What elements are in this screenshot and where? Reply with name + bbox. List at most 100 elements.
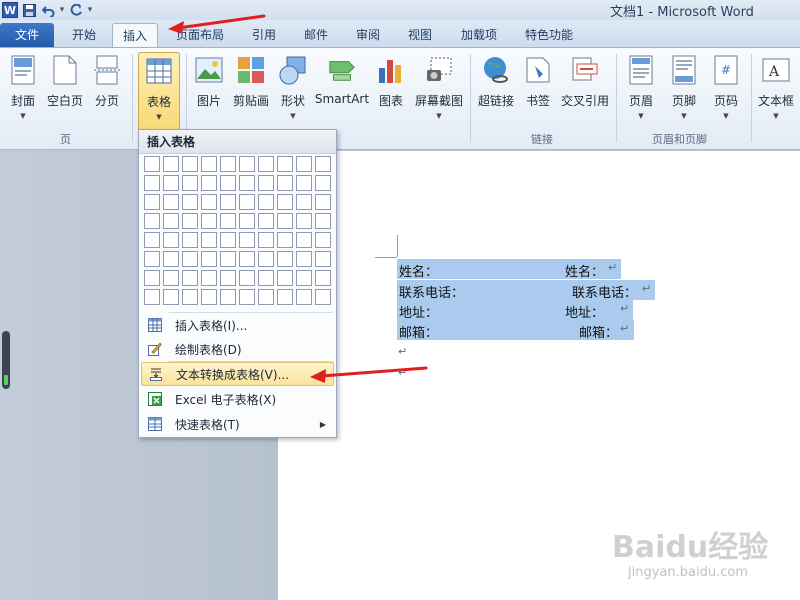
table-grid-cell[interactable]: [182, 270, 198, 286]
table-grid-cell[interactable]: [277, 289, 293, 305]
table-grid-cell[interactable]: [258, 175, 274, 191]
tab-review[interactable]: 审阅: [348, 23, 388, 47]
table-grid-cell[interactable]: [277, 175, 293, 191]
selected-text-line[interactable]: 姓名： 姓名： ↵: [397, 259, 621, 280]
table-grid-cell[interactable]: [239, 175, 255, 191]
table-grid-cell[interactable]: [220, 175, 236, 191]
text-box-button[interactable]: A 文本框 ▼: [756, 52, 796, 122]
table-grid-cell[interactable]: [277, 251, 293, 267]
screenshot-button[interactable]: 屏幕截图 ▼: [412, 52, 466, 122]
table-grid-cell[interactable]: [315, 232, 331, 248]
table-grid-cell[interactable]: [239, 156, 255, 172]
table-grid-cell[interactable]: [144, 232, 160, 248]
dropdown-icon[interactable]: ▾: [59, 4, 65, 16]
tab-addins[interactable]: 加载项: [452, 23, 506, 47]
tab-view[interactable]: 视图: [400, 23, 440, 47]
menu-item-insert-table[interactable]: 插入表格(I)...: [141, 313, 334, 337]
table-grid-cell[interactable]: [144, 194, 160, 210]
table-grid-cell[interactable]: [201, 232, 217, 248]
table-grid-cell[interactable]: [201, 270, 217, 286]
table-grid-cell[interactable]: [163, 175, 179, 191]
tab-mailings[interactable]: 邮件: [296, 23, 336, 47]
table-grid-cell[interactable]: [144, 270, 160, 286]
table-grid-cell[interactable]: [258, 289, 274, 305]
table-grid-cell[interactable]: [220, 213, 236, 229]
smartart-button[interactable]: SmartArt: [314, 52, 370, 122]
table-grid-cell[interactable]: [296, 289, 312, 305]
table-grid-cell[interactable]: [220, 289, 236, 305]
table-grid-cell[interactable]: [163, 251, 179, 267]
table-grid-cell[interactable]: [315, 156, 331, 172]
table-grid-cell[interactable]: [315, 270, 331, 286]
table-grid-cell[interactable]: [144, 156, 160, 172]
menu-item-convert-text-to-table[interactable]: 文本转换成表格(V)...: [141, 362, 334, 386]
table-grid-cell[interactable]: [258, 156, 274, 172]
table-grid-cell[interactable]: [239, 213, 255, 229]
save-icon[interactable]: [21, 2, 37, 18]
table-grid-cell[interactable]: [220, 194, 236, 210]
blank-page-button[interactable]: 空白页: [44, 52, 86, 122]
table-grid-cell[interactable]: [277, 156, 293, 172]
cross-reference-button[interactable]: 交叉引用: [558, 52, 612, 122]
table-grid-cell[interactable]: [239, 270, 255, 286]
table-grid-cell[interactable]: [163, 213, 179, 229]
tab-references[interactable]: 引用: [244, 23, 284, 47]
chart-button[interactable]: 图表: [374, 52, 408, 122]
table-grid-cell[interactable]: [144, 175, 160, 191]
table-grid-cell[interactable]: [182, 156, 198, 172]
tab-home[interactable]: 开始: [60, 23, 108, 47]
table-grid-cell[interactable]: [258, 194, 274, 210]
table-grid-cell[interactable]: [239, 251, 255, 267]
table-grid-cell[interactable]: [258, 270, 274, 286]
table-grid-cell[interactable]: [296, 213, 312, 229]
table-grid-cell[interactable]: [163, 232, 179, 248]
table-grid-cell[interactable]: [144, 213, 160, 229]
table-grid-cell[interactable]: [296, 232, 312, 248]
table-grid-cell[interactable]: [277, 213, 293, 229]
table-grid-cell[interactable]: [163, 194, 179, 210]
tab-special-features[interactable]: 特色功能: [518, 23, 580, 47]
table-grid-cell[interactable]: [296, 194, 312, 210]
table-grid-cell[interactable]: [182, 232, 198, 248]
table-grid-cell[interactable]: [315, 213, 331, 229]
bookmark-button[interactable]: 书签: [522, 52, 554, 122]
table-grid-cell[interactable]: [182, 175, 198, 191]
table-grid-cell[interactable]: [277, 194, 293, 210]
table-grid-cell[interactable]: [182, 289, 198, 305]
table-grid-cell[interactable]: [220, 251, 236, 267]
table-grid-cell[interactable]: [220, 270, 236, 286]
table-grid-cell[interactable]: [239, 232, 255, 248]
table-grid-cell[interactable]: [296, 270, 312, 286]
table-grid-cell[interactable]: [201, 251, 217, 267]
table-grid-cell[interactable]: [239, 289, 255, 305]
table-grid-cell[interactable]: [258, 232, 274, 248]
cover-page-button[interactable]: 封面 ▼: [6, 52, 40, 122]
menu-item-quick-tables[interactable]: 快速表格(T) ▶: [141, 412, 334, 436]
redo-icon[interactable]: [68, 2, 84, 18]
tab-page-layout[interactable]: 页面布局: [170, 23, 230, 47]
table-grid-cell[interactable]: [315, 194, 331, 210]
table-grid-cell[interactable]: [220, 232, 236, 248]
table-grid-cell[interactable]: [163, 289, 179, 305]
clip-art-button[interactable]: 剪贴画: [231, 52, 271, 122]
menu-item-draw-table[interactable]: 绘制表格(D): [141, 337, 334, 361]
table-grid-cell[interactable]: [315, 251, 331, 267]
page-break-button[interactable]: 分页: [90, 52, 124, 122]
table-grid-cell[interactable]: [201, 175, 217, 191]
table-grid-cell[interactable]: [296, 175, 312, 191]
table-grid-cell[interactable]: [163, 156, 179, 172]
hyperlink-button[interactable]: 超链接: [474, 52, 518, 122]
table-grid-cell[interactable]: [201, 194, 217, 210]
customize-icon[interactable]: ▾: [87, 4, 93, 16]
table-grid-cell[interactable]: [258, 213, 274, 229]
selected-text-line[interactable]: 邮箱： 邮箱： ↵: [397, 320, 634, 341]
table-grid-cell[interactable]: [239, 194, 255, 210]
table-grid-cell[interactable]: [144, 251, 160, 267]
table-grid-cell[interactable]: [201, 289, 217, 305]
table-grid-cell[interactable]: [163, 270, 179, 286]
table-grid-cell[interactable]: [315, 175, 331, 191]
shapes-button[interactable]: 形状 ▼: [276, 52, 310, 122]
tab-file[interactable]: 文件: [0, 23, 54, 47]
table-grid-cell[interactable]: [201, 213, 217, 229]
table-grid-cell[interactable]: [220, 156, 236, 172]
